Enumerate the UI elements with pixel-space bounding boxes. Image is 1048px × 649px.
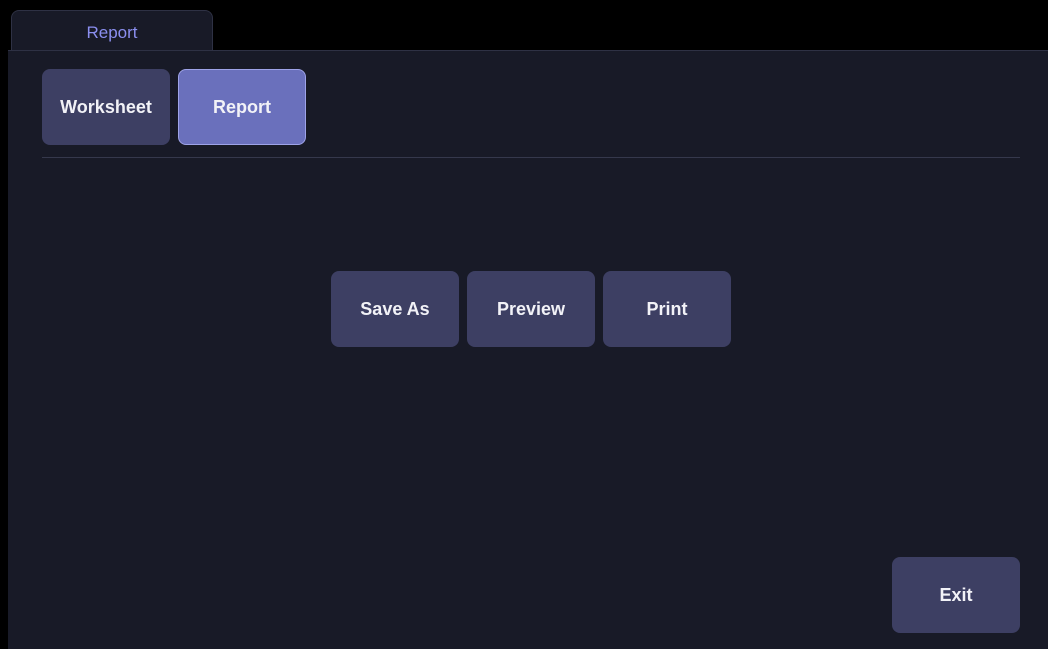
report-window: Report Worksheet Report Save As Preview … — [8, 8, 1048, 649]
preview-button[interactable]: Preview — [467, 271, 595, 347]
report-panel: Worksheet Report Save As Preview Print E… — [8, 50, 1048, 649]
tab-report-label: Report — [86, 23, 138, 42]
divider — [42, 157, 1020, 158]
report-button[interactable]: Report — [178, 69, 306, 145]
exit-button[interactable]: Exit — [892, 557, 1020, 633]
tab-report[interactable]: Report — [11, 10, 213, 53]
worksheet-button[interactable]: Worksheet — [42, 69, 170, 145]
print-button[interactable]: Print — [603, 271, 731, 347]
save-as-button[interactable]: Save As — [331, 271, 459, 347]
tab-strip: Report — [8, 8, 1048, 53]
